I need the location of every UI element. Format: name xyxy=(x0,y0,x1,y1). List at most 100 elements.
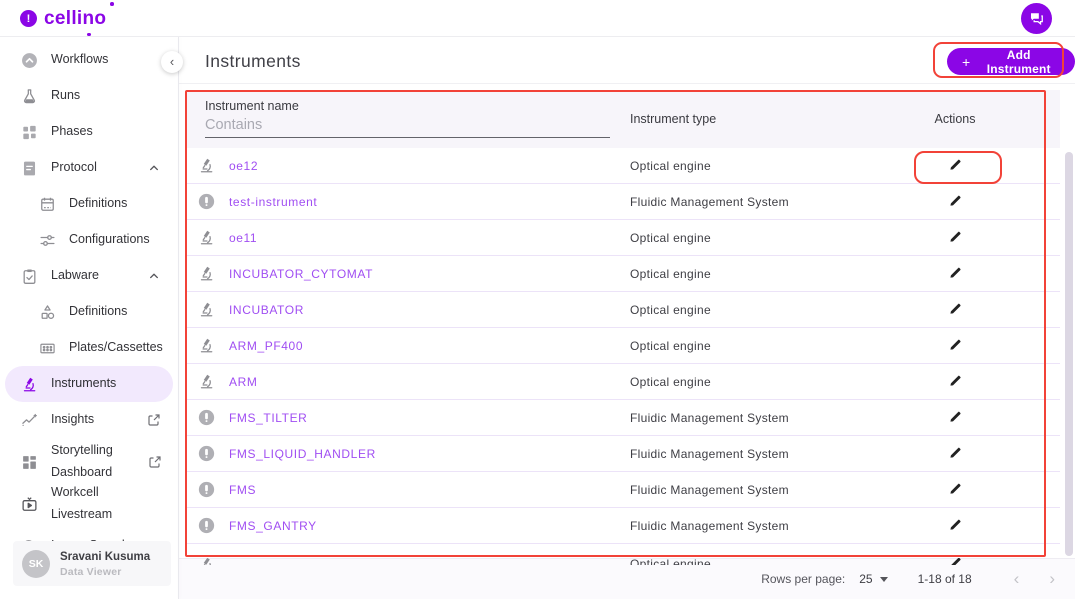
sidebar-item-label: Insights xyxy=(51,412,95,427)
chevron-up-icon[interactable] xyxy=(147,161,162,176)
instrument-name-filter-input[interactable] xyxy=(205,114,610,138)
edit-instrument-button[interactable] xyxy=(940,153,971,179)
rows-per-page-label: Rows per page: xyxy=(761,572,846,586)
sidebar-nav: Workflows Runs Phases Protocol Definitions Co… xyxy=(0,37,178,541)
edit-instrument-button[interactable] xyxy=(940,477,971,503)
table-row: FMS_LIQUID_HANDLER Fluidic Management Sys… xyxy=(187,436,1060,472)
instrument-name-link[interactable]: INCUBATOR xyxy=(229,303,304,317)
sidebar-item-storytelling-dashboard[interactable]: Storytelling Dashboard xyxy=(0,438,178,486)
pencil-icon xyxy=(948,447,963,463)
sidebar-collapse-button[interactable]: ‹ xyxy=(161,51,183,73)
sidebar-item-labware-definitions[interactable]: Definitions xyxy=(0,294,178,330)
sidebar-item-label: Runs xyxy=(51,88,81,103)
edit-instrument-button[interactable] xyxy=(940,297,971,323)
vertical-scrollbar[interactable] xyxy=(1065,152,1073,556)
sidebar-item-label: Configurations xyxy=(69,232,150,247)
table-row: ARM_PF400 Optical engine xyxy=(187,328,1060,364)
main-content: Instruments + Add Instrument Instrument … xyxy=(179,37,1075,599)
instrument-name-link[interactable]: ARM_PF400 xyxy=(229,339,303,353)
edit-instrument-button[interactable] xyxy=(940,333,971,359)
sidebar-item-labware[interactable]: Labware xyxy=(0,258,178,294)
pencil-icon xyxy=(948,303,963,319)
fluidic-icon xyxy=(197,409,215,427)
instrument-name-link[interactable]: oe12 xyxy=(229,159,258,173)
next-page-button[interactable]: › xyxy=(1043,569,1061,589)
sidebar-item-insights[interactable]: Insights xyxy=(0,402,178,438)
chat-button[interactable] xyxy=(1021,3,1052,34)
chevron-down-icon xyxy=(879,576,888,582)
edit-instrument-button[interactable] xyxy=(940,369,971,395)
fluidic-icon xyxy=(197,481,215,499)
edit-instrument-button[interactable] xyxy=(940,441,971,467)
microscope-icon xyxy=(197,265,215,283)
instrument-name-link[interactable]: test-instrument xyxy=(229,195,317,209)
sidebar-item-protocol[interactable]: Protocol xyxy=(0,150,178,186)
instrument-name-link[interactable]: FMS xyxy=(229,483,256,497)
sidebar-item-workflows[interactable]: Workflows xyxy=(0,42,178,78)
sidebar-item-workcell-livestream[interactable]: Workcell Livestream xyxy=(0,485,178,522)
table-row: INCUBATOR Optical engine xyxy=(187,292,1060,328)
add-instrument-button[interactable]: + Add Instrument xyxy=(947,48,1075,76)
edit-instrument-button[interactable] xyxy=(940,189,971,215)
microscope-icon xyxy=(197,229,215,247)
sidebar-item-plates-cassettes[interactable]: Plates/Cassettes xyxy=(0,330,178,366)
instrument-type-cell: Fluidic Management System xyxy=(630,194,789,209)
table-row: oe11 Optical engine xyxy=(187,220,1060,256)
chevron-up-icon[interactable] xyxy=(147,269,162,284)
user-card[interactable]: SK Sravani Kusuma Data Viewer xyxy=(13,541,171,586)
instrument-type-cell: Fluidic Management System xyxy=(630,446,789,461)
sidebar-item-label: Phases xyxy=(51,124,93,139)
rows-per-page-value: 25 xyxy=(859,572,873,586)
pencil-icon xyxy=(948,339,963,355)
sidebar-item-label: Protocol xyxy=(51,160,97,175)
instrument-name-link[interactable]: INCUBATOR_CYTOMAT xyxy=(229,267,373,281)
livestream-icon xyxy=(20,495,38,513)
instrument-type-cell: Optical engine xyxy=(630,338,711,353)
sidebar-item-protocol-definitions[interactable]: Definitions xyxy=(0,186,178,222)
protocol-icon xyxy=(20,159,38,177)
instrument-name-link[interactable]: FMS_LIQUID_HANDLER xyxy=(229,447,376,461)
instrument-name-link[interactable]: ARM xyxy=(229,375,257,389)
rows-per-page-select[interactable]: 25 xyxy=(859,572,888,586)
table-row: ARM Optical engine xyxy=(187,364,1060,400)
instrument-name-link[interactable]: FMS_TILTER xyxy=(229,411,307,425)
instrument-type-cell: Optical engine xyxy=(630,266,711,281)
table-row: oe12 Optical engine xyxy=(187,148,1060,184)
pencil-icon xyxy=(948,375,963,391)
pencil-icon xyxy=(948,411,963,427)
table-row: FMS_TILTER Fluidic Management System xyxy=(187,400,1060,436)
edit-instrument-button[interactable] xyxy=(940,405,971,431)
table-row: FMS Fluidic Management System xyxy=(187,472,1060,508)
edit-instrument-button[interactable] xyxy=(940,261,971,287)
sidebar-item-configurations[interactable]: Configurations xyxy=(0,222,178,258)
sidebar-item-label: Plates/Cassettes xyxy=(69,340,163,355)
instruments-table: Instrument name Instrument type Actions … xyxy=(187,90,1060,544)
pencil-icon xyxy=(948,231,963,247)
dashboard-icon xyxy=(20,453,38,471)
edit-instrument-button[interactable] xyxy=(940,225,971,251)
edit-instrument-button[interactable] xyxy=(940,513,971,539)
fluidic-icon xyxy=(197,517,215,535)
sidebar-divider xyxy=(178,37,179,599)
previous-page-button[interactable]: ‹ xyxy=(1008,569,1026,589)
sidebar-item-label: Definitions xyxy=(69,304,128,319)
sidebar-item-phases[interactable]: Phases xyxy=(0,114,178,150)
instrument-name-link[interactable]: oe11 xyxy=(229,231,257,245)
instrument-type-cell: Fluidic Management System xyxy=(630,482,789,497)
column-header-instrument-type: Instrument type xyxy=(630,112,717,126)
instrument-type-cell: Optical engine xyxy=(630,230,711,245)
pencil-icon xyxy=(948,483,963,499)
table-header: Instrument name Instrument type Actions xyxy=(187,90,1060,148)
instrument-name-link[interactable]: FMS_GANTRY xyxy=(229,519,317,533)
cellino-logo: ! cellino xyxy=(20,2,114,36)
microscope-icon xyxy=(197,301,215,319)
sidebar-item-label: Workflows xyxy=(51,52,109,67)
sidebar-item-instruments[interactable]: Instruments xyxy=(5,366,173,402)
sidebar-item-runs[interactable]: Runs xyxy=(0,78,178,114)
tune-icon xyxy=(38,231,56,249)
sidebar-item-image-search[interactable]: Image Search xyxy=(0,528,178,541)
table-body: oe12 Optical engine test-instrument Fluidic… xyxy=(187,148,1060,544)
labware-icon xyxy=(20,267,38,285)
sidebar-item-label: Labware xyxy=(51,268,99,283)
logo-text: cellino xyxy=(44,7,107,29)
